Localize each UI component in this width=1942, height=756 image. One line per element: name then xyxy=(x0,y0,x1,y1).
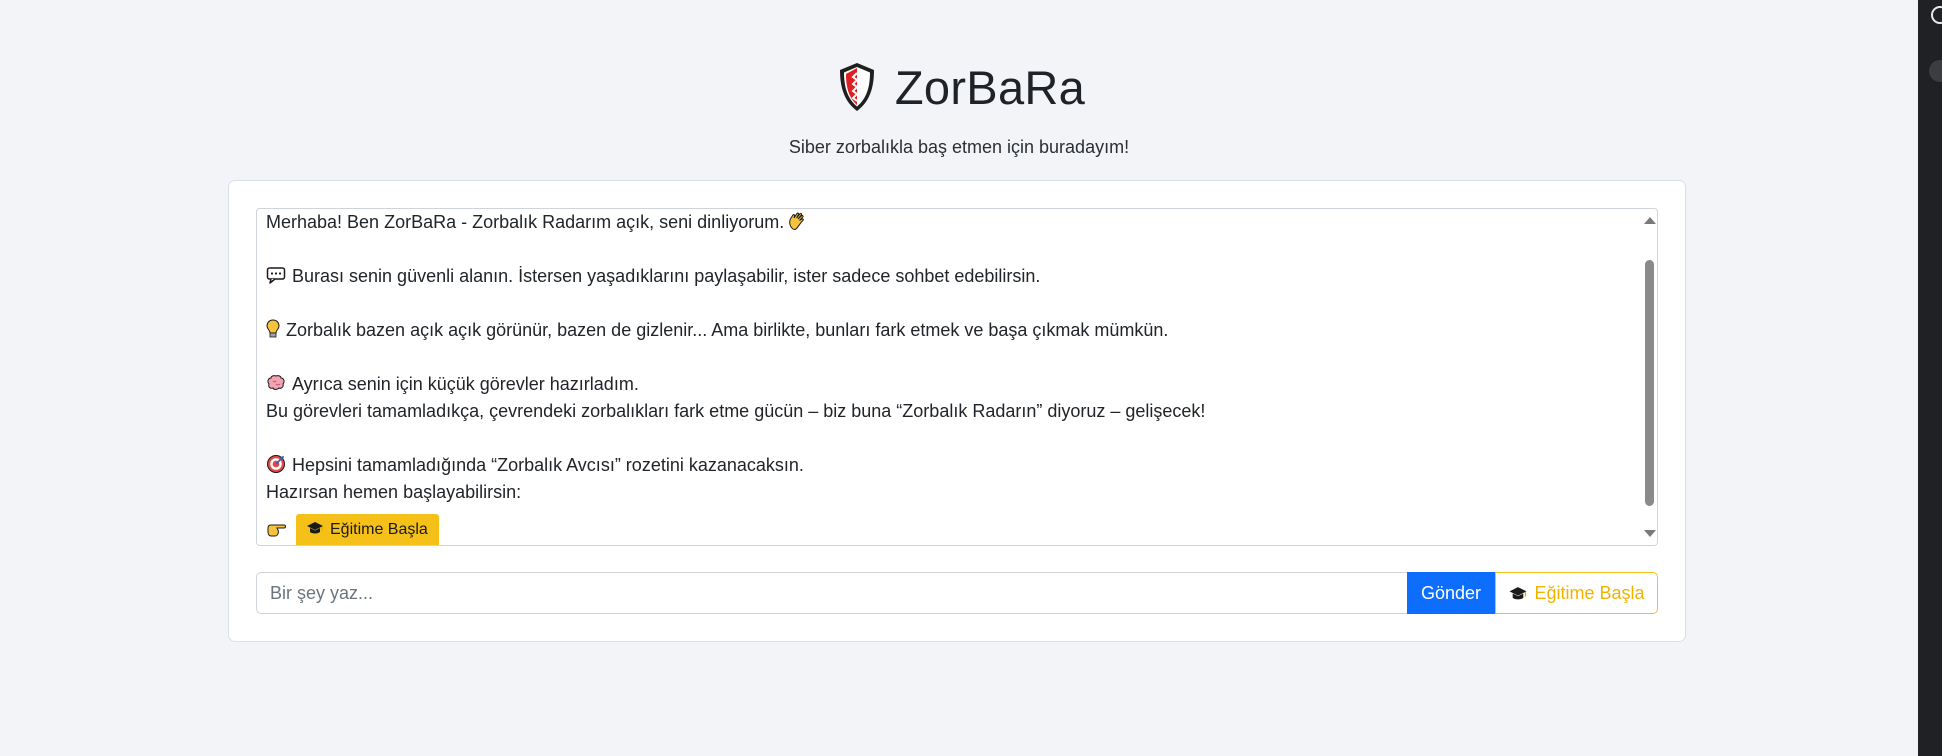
scroll-down-arrow-icon[interactable] xyxy=(1644,530,1656,537)
message-line: Zorbalık bazen açık açık görünür, bazen … xyxy=(266,317,1626,344)
message-text: Burası senin güvenli alanın. İstersen ya… xyxy=(292,266,1041,286)
message-line: Ayrıca senin için küçük görevler hazırla… xyxy=(266,371,1626,398)
message-line: Bu görevleri tamamladıkça, çevrendeki zo… xyxy=(266,398,1626,425)
chat-scrollbar[interactable] xyxy=(1640,209,1657,545)
message-text: Zorbalık bazen açık açık görünür, bazen … xyxy=(286,320,1169,340)
browser-status-icon xyxy=(1931,6,1942,24)
start-training-label: Eğitime Başla xyxy=(1534,582,1645,603)
scroll-up-arrow-icon[interactable] xyxy=(1644,217,1656,224)
browser-side-strip xyxy=(1918,0,1942,756)
message-line: Hazırsan hemen başlayabilirsin: xyxy=(266,479,1626,506)
inline-start-training-button[interactable]: Eğitime Başla xyxy=(296,514,439,545)
message-input[interactable] xyxy=(256,572,1407,614)
graduation-cap-icon xyxy=(1508,585,1528,602)
chat-messages-box[interactable]: Merhaba! Ben ZorBaRa - Zorbalık Radarım … xyxy=(256,208,1658,546)
message-text: Hazırsan hemen başlayabilirsin: xyxy=(266,482,522,502)
side-panel-button[interactable] xyxy=(1929,60,1942,82)
message-line: Burası senin güvenli alanın. İstersen ya… xyxy=(266,263,1626,290)
shield-logo-icon xyxy=(833,59,881,115)
pointing-hand-icon xyxy=(266,520,288,540)
message-line: Merhaba! Ben ZorBaRa - Zorbalık Radarım … xyxy=(266,209,1626,236)
message-text: Ayrıca senin için küçük görevler hazırla… xyxy=(292,374,639,394)
message-text: Merhaba! Ben ZorBaRa - Zorbalık Radarım … xyxy=(266,212,785,232)
waving-hand-icon xyxy=(787,211,807,231)
message-line: Eğitime Başla xyxy=(266,506,1626,545)
lightbulb-icon xyxy=(266,319,280,339)
app-title: ZorBaRa xyxy=(894,60,1086,114)
chat-content: Merhaba! Ben ZorBaRa - Zorbalık Radarım … xyxy=(266,209,1626,545)
send-button[interactable]: Gönder xyxy=(1407,572,1495,614)
message-text: Hepsini tamamladığında “Zorbalık Avcısı”… xyxy=(292,455,804,475)
message-line: Hepsini tamamladığında “Zorbalık Avcısı”… xyxy=(266,452,1626,479)
scrollbar-thumb[interactable] xyxy=(1645,260,1654,506)
speech-bubble-icon xyxy=(266,265,286,285)
start-training-button[interactable]: Eğitime Başla xyxy=(1495,572,1658,614)
inline-start-training-label: Eğitime Başla xyxy=(330,521,428,538)
target-icon xyxy=(266,454,286,474)
page-header: ZorBaRa xyxy=(0,52,1918,122)
message-text: Bu görevleri tamamladıkça, çevrendeki zo… xyxy=(266,401,1206,421)
graduation-cap-icon xyxy=(306,520,324,543)
message-input-row: Gönder Eğitime Başla xyxy=(256,572,1658,614)
app-subtitle: Siber zorbalıkla baş etmen için buradayı… xyxy=(788,137,1130,157)
brain-icon xyxy=(266,373,286,393)
